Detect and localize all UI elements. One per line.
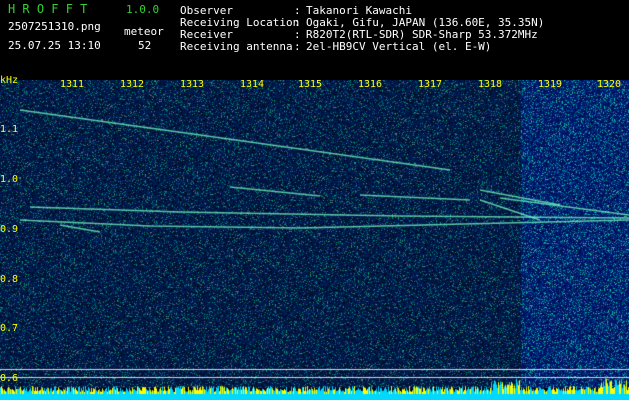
meteor-label: meteor xyxy=(124,25,164,38)
meteor-count: 52 xyxy=(138,39,152,52)
y-unit-label: kHz xyxy=(0,75,19,86)
y-tick-label: 0.8 xyxy=(0,274,19,285)
y-tick-label: 0.6 xyxy=(0,373,19,384)
timestamp: 25.07.25 13:10 xyxy=(8,39,101,52)
y-tick-label: 0.9 xyxy=(0,224,19,235)
time-tick-label: 1312 xyxy=(120,79,145,90)
time-tick-label: 1314 xyxy=(240,79,265,90)
file-name: 2507251310.png xyxy=(8,20,101,33)
separator: : xyxy=(294,40,301,53)
time-tick-label: 1318 xyxy=(478,79,503,90)
antenna-value: 2el-HB9CV Vertical (el. E-W) xyxy=(306,40,492,53)
time-tick-label: 1319 xyxy=(538,79,563,90)
header-panel: HROFFT 1.0.0 2507251310.png meteor 25.07… xyxy=(0,0,629,80)
y-tick-label: 1.1 xyxy=(0,124,19,135)
time-tick-label: 1317 xyxy=(418,79,443,90)
y-tick-label: 1.0 xyxy=(0,174,19,185)
app-name: HROFFT xyxy=(8,2,95,16)
antenna-label: Receiving antenna xyxy=(180,40,293,53)
time-tick-label: 1311 xyxy=(60,79,85,90)
app-version: 1.0.0 xyxy=(126,3,160,16)
time-tick-label: 1316 xyxy=(358,79,383,90)
spectrogram-canvas xyxy=(0,80,629,400)
time-tick-label: 1313 xyxy=(180,79,205,90)
time-tick-label: 1320 xyxy=(597,79,622,90)
y-tick-label: 0.7 xyxy=(0,323,19,334)
time-tick-label: 1315 xyxy=(298,79,323,90)
